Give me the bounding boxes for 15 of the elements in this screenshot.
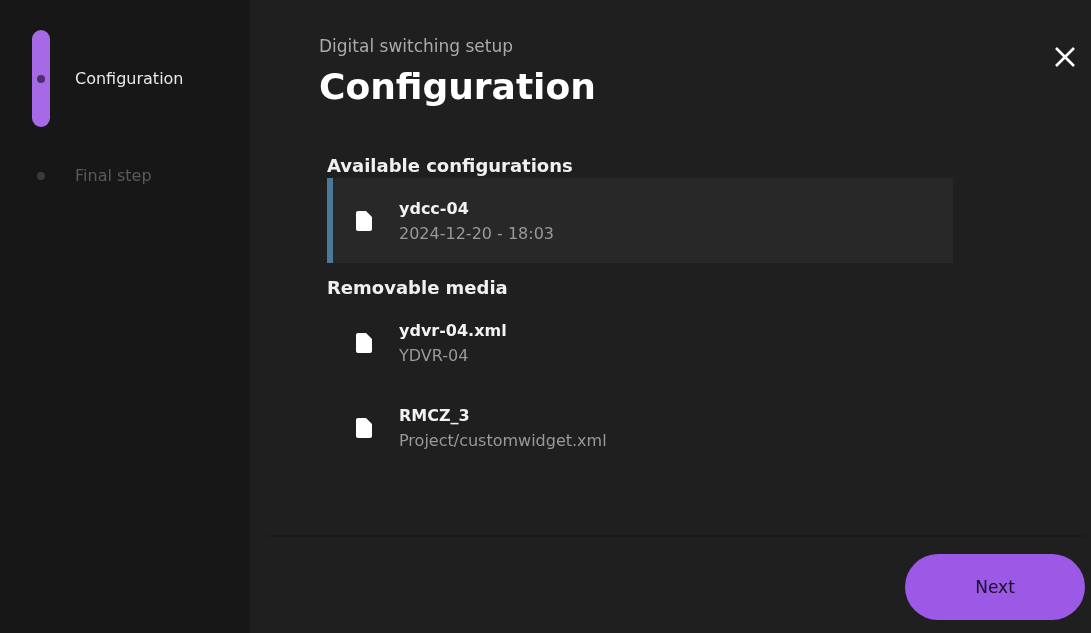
configuration-item[interactable]: ydvr-04.xml YDVR-04 bbox=[327, 300, 953, 385]
close-icon bbox=[1053, 45, 1077, 69]
section-heading: Removable media bbox=[327, 277, 509, 298]
file-icon bbox=[356, 210, 372, 231]
file-icon bbox=[356, 417, 372, 438]
configuration-item[interactable]: ydcc-04 2024-12-20 - 18:03 bbox=[327, 178, 953, 263]
next-button[interactable]: Next bbox=[905, 554, 1085, 620]
wizard-subtitle: Digital switching setup bbox=[319, 36, 515, 56]
close-button[interactable] bbox=[1053, 45, 1077, 69]
step-label: Final step bbox=[75, 166, 152, 185]
configuration-item[interactable]: RMCZ_3 Project/customwidget.xml bbox=[327, 385, 953, 470]
step-label: Configuration bbox=[75, 69, 184, 88]
file-icon bbox=[356, 332, 372, 353]
section-heading: Available configurations bbox=[327, 155, 574, 176]
page-title: Configuration bbox=[319, 66, 597, 107]
